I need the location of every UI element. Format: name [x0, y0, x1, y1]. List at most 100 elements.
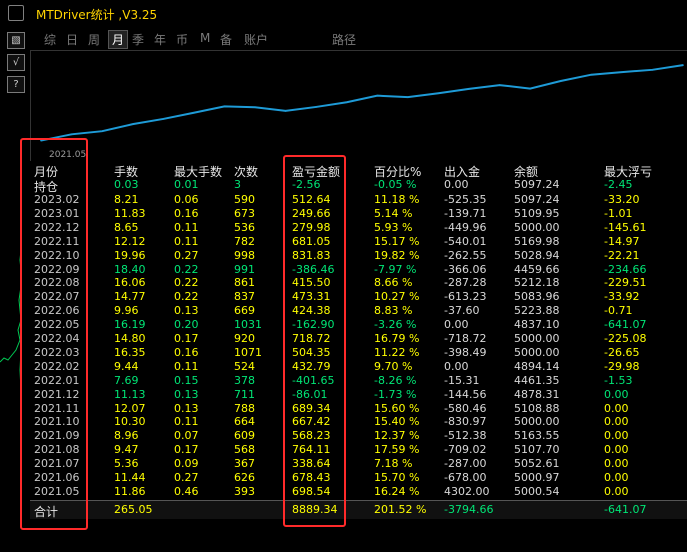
balance-point — [682, 64, 684, 66]
table-cell: 1031 — [234, 318, 262, 332]
table-cell: 7.69 — [114, 373, 139, 387]
table-cell: 5109.95 — [514, 206, 560, 220]
table-cell: 16.19 — [114, 318, 146, 332]
table-cell: -540.01 — [444, 234, 487, 248]
table-cell: 5000.54 — [514, 484, 560, 498]
tab-currency[interactable]: 币 — [176, 31, 188, 48]
table-cell: 0.09 — [174, 457, 199, 471]
table-cell: 5.93 % — [374, 220, 413, 234]
table-cell: -398.49 — [444, 345, 487, 359]
tab-account[interactable]: 账户 — [244, 31, 268, 48]
help-icon[interactable]: ? — [7, 76, 25, 93]
table-cell: 0.27 — [174, 471, 199, 484]
table-cell: 378 — [234, 373, 255, 387]
table-cell: 12.07 — [114, 401, 146, 415]
balance-point — [162, 118, 165, 120]
balance-point — [468, 88, 470, 90]
table-cell: 609 — [234, 429, 255, 443]
table-cell: 14.80 — [114, 332, 146, 345]
tab-month[interactable]: 月 — [108, 30, 129, 49]
table-cell: -3.26 % — [374, 318, 417, 332]
tab-overview[interactable]: 综 — [44, 31, 56, 48]
balance-point — [559, 80, 562, 82]
tab-week[interactable]: 周 — [88, 31, 100, 48]
position-cell: 5097.24 — [514, 178, 560, 191]
table-cell: 4878.31 — [514, 387, 560, 401]
table-cell: 16.35 — [114, 345, 146, 359]
table-cell: -14.97 — [604, 234, 640, 248]
tab-year[interactable]: 年 — [154, 31, 166, 48]
total-row: 合计 265.05 8889.34 201.52 % -3794.66 -641.07 — [30, 500, 687, 519]
table-cell: 10.27 % — [374, 290, 420, 304]
table-cell: -709.02 — [444, 443, 487, 457]
table-cell: -287.00 — [444, 457, 487, 471]
position-cell: -2.45 — [604, 178, 633, 191]
table-cell: 367 — [234, 457, 255, 471]
balance-point — [590, 73, 593, 76]
balance-point — [407, 96, 409, 98]
table-cell: 524 — [234, 359, 255, 373]
table-cell: -449.96 — [444, 220, 487, 234]
table-cell: 7.18 % — [374, 457, 413, 471]
table-cell: 0.00 — [604, 387, 629, 401]
table-cell: 19.82 % — [374, 248, 420, 262]
tab-day[interactable]: 日 — [66, 31, 78, 48]
app-icon — [8, 5, 24, 21]
table-cell: 5169.98 — [514, 234, 560, 248]
balance-point — [498, 84, 501, 86]
table-cell: 17.59 % — [374, 443, 420, 457]
table-cell: 0.13 — [174, 304, 199, 318]
check-icon[interactable]: √ — [7, 54, 25, 71]
table-cell: -15.31 — [444, 373, 480, 387]
table-cell: -145.61 — [604, 220, 647, 234]
table-cell: 8.83 % — [374, 304, 413, 318]
position-cell: 0.00 — [444, 178, 469, 191]
table-cell: 9.70 % — [374, 359, 413, 373]
table-cell: -580.46 — [444, 401, 487, 415]
table-cell: 0.00 — [444, 359, 469, 373]
table-cell: -33.92 — [604, 290, 640, 304]
side-mini-graph — [0, 239, 22, 451]
highlight-box-month — [20, 138, 88, 530]
table-cell: 14.77 — [114, 290, 146, 304]
table-cell: 782 — [234, 234, 255, 248]
table-cell: 9.44 — [114, 359, 139, 373]
balance-point — [70, 133, 73, 136]
balance-point — [284, 110, 287, 112]
title-bar: MTDriver统计 ,V3.25 — [0, 0, 687, 26]
table-cell: 4894.14 — [514, 359, 560, 373]
total-cell: 265.05 — [114, 503, 153, 516]
table-cell: 10.30 — [114, 415, 146, 429]
table-cell: 0.16 — [174, 206, 199, 220]
table-cell: 998 — [234, 248, 255, 262]
table-cell: -0.71 — [604, 304, 633, 318]
table-cell: 11.22 % — [374, 345, 420, 359]
tab-path[interactable]: 路径 — [332, 31, 356, 48]
table-cell: 15.70 % — [374, 471, 420, 484]
table-cell: 0.17 — [174, 332, 199, 345]
tab-quarter[interactable]: 季 — [132, 31, 144, 48]
tab-notes[interactable]: 备 — [220, 31, 232, 48]
table-cell: 0.15 — [174, 373, 199, 387]
monthly-stats-table: 月份 手数 最大手数 次数 盈亏金额 百分比% 出入金 余额 最大浮亏 持仓 0.03 0.01 3 -2… — [30, 160, 687, 552]
table-cell: 0.13 — [174, 387, 199, 401]
table-cell: -22.21 — [604, 248, 640, 262]
table-cell: 4461.35 — [514, 373, 560, 387]
table-cell: 5212.18 — [514, 276, 560, 290]
highlight-box-pnl — [283, 155, 346, 527]
period-tabs: 综 日 周 月 季 年 币 M 备 账户 路径 — [30, 28, 687, 50]
table-cell: 5083.96 — [514, 290, 560, 304]
table-cell: -1.01 — [604, 206, 633, 220]
table-cell: 16.79 % — [374, 332, 420, 345]
table-cell: -641.07 — [604, 318, 647, 332]
table-cell: 15.40 % — [374, 415, 420, 429]
table-cell: 1071 — [234, 345, 262, 359]
table-cell: 11.86 — [114, 484, 146, 498]
table-cell: 0.17 — [174, 443, 199, 457]
table-cell: 861 — [234, 276, 255, 290]
table-cell: 568 — [234, 443, 255, 457]
table-cell: 673 — [234, 206, 255, 220]
table-cell: 5000.00 — [514, 345, 560, 359]
tab-m[interactable]: M — [200, 31, 210, 45]
grid-icon[interactable]: ▧ — [7, 32, 25, 49]
